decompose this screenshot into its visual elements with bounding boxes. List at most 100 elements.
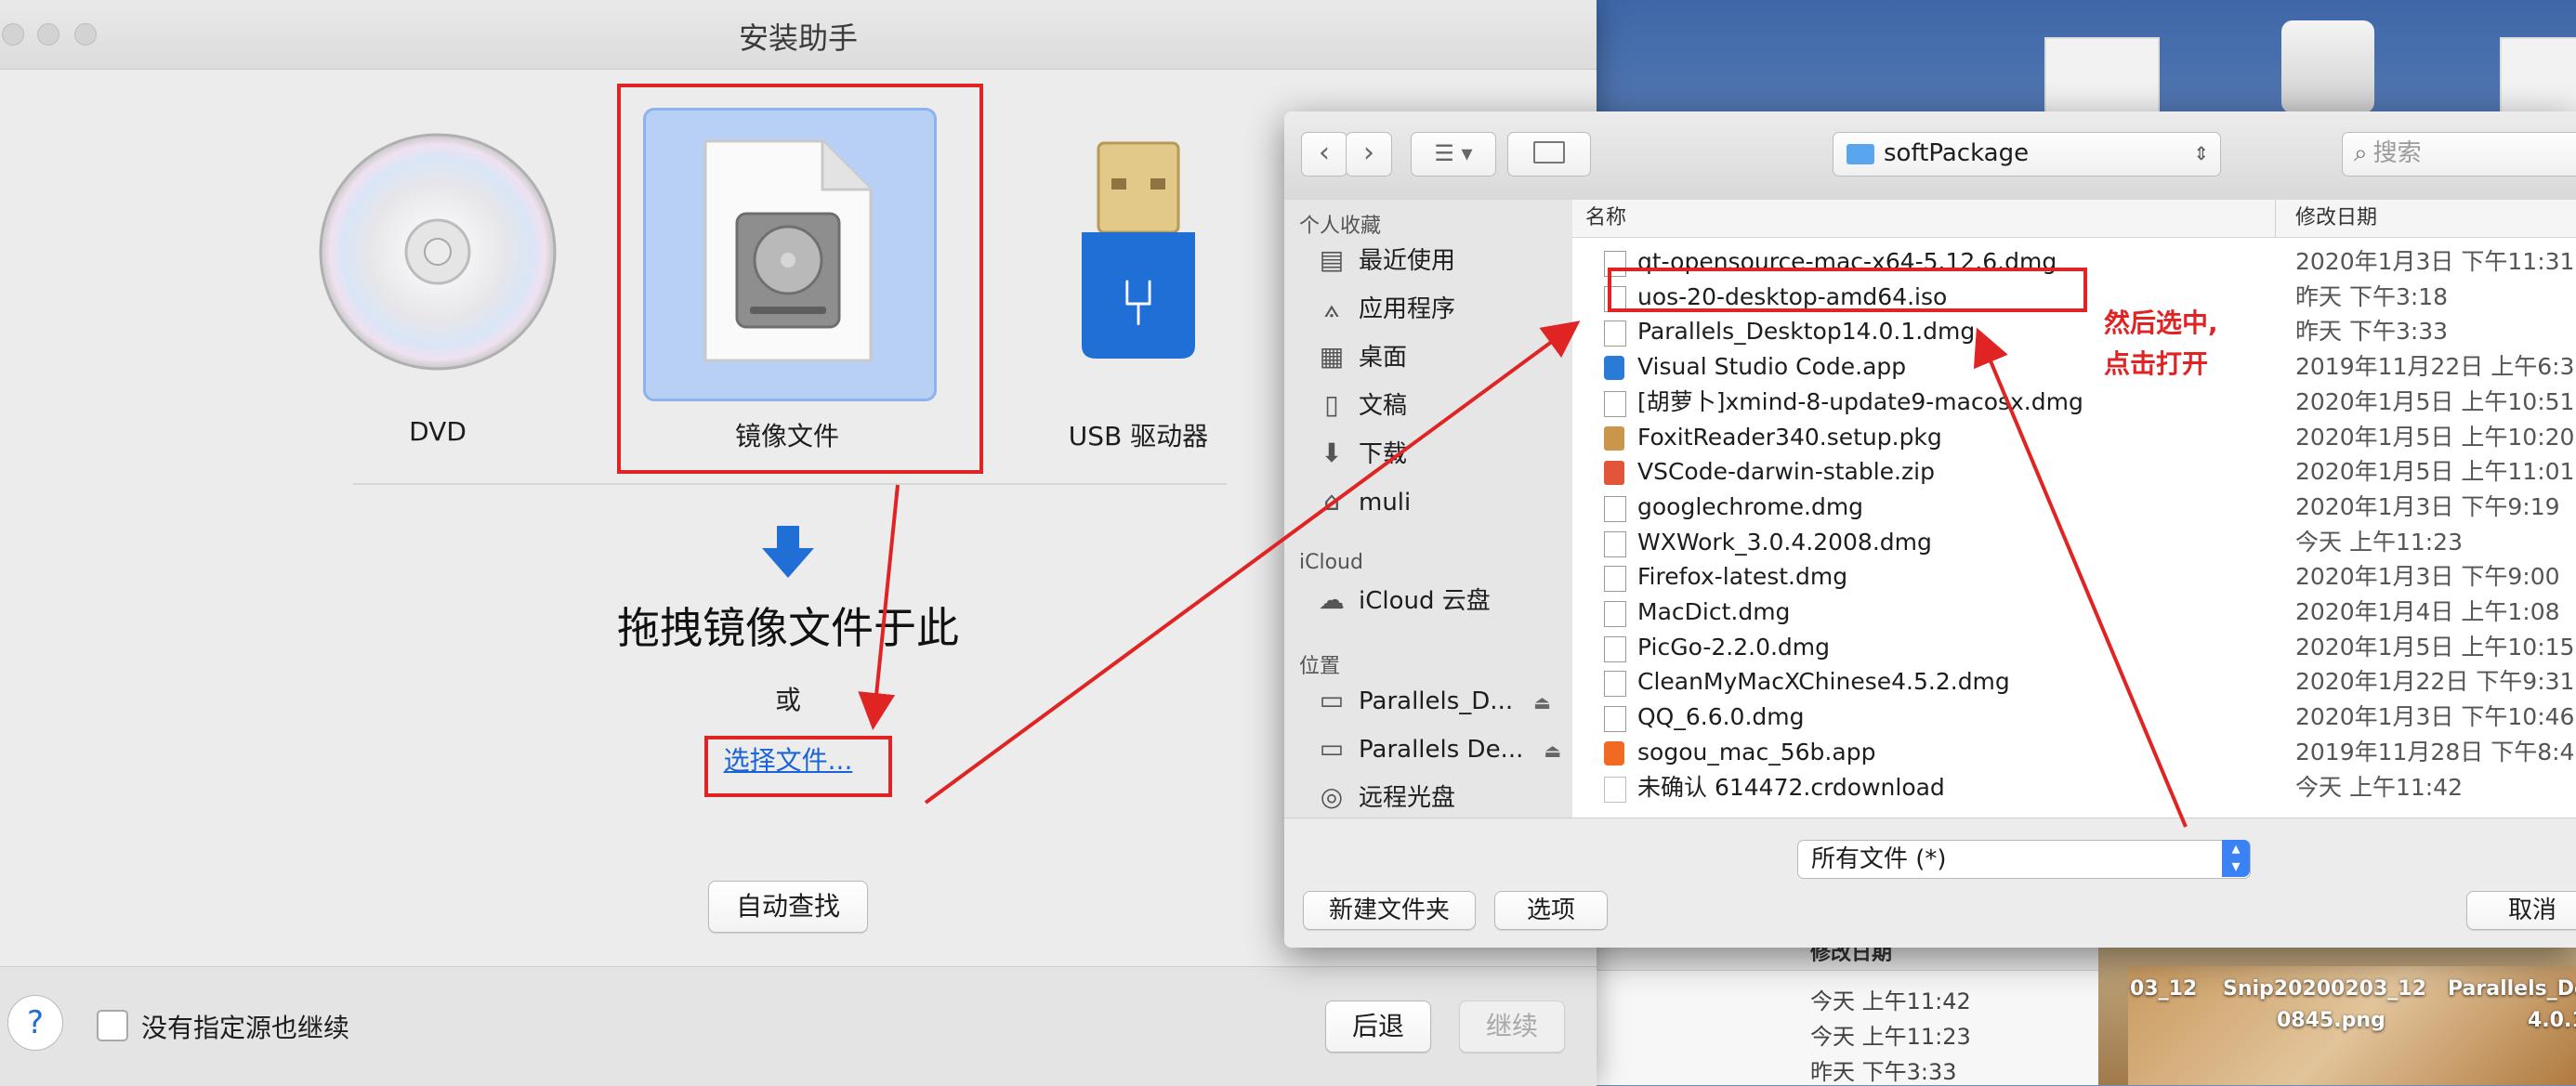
desktop-icon: ▦ (1319, 341, 1345, 372)
file-row[interactable]: 未确认 614472.crdownload 今天 上午11:42 (1572, 770, 2576, 805)
forward-nav-button[interactable]: › (1346, 132, 1392, 177)
file-modified-date: 今天 上午11:23 (2295, 528, 2463, 556)
divider (353, 483, 1227, 485)
annotation-text: 点击打开 (2104, 348, 2209, 379)
file-row[interactable]: VSCode-darwin-stable.zip 2020年1月5日 上午11:0… (1572, 454, 2576, 490)
sidebar-item-desktop[interactable]: ▦ 桌面 (1316, 334, 1407, 380)
sidebar-item-remote-disc[interactable]: ◎ 远程光盘 (1316, 774, 1455, 820)
file-modified-date: 2020年1月4日 上午1:08 (2295, 598, 2560, 625)
dialog-footer: 所有文件 (*) ▴ ▾ 新建文件夹 选项 取消 (1284, 818, 2576, 948)
file-row[interactable]: CleanMyMacXChinese4.5.2.dmg 2020年1月22日 下午… (1572, 664, 2576, 700)
new-folder-toolbar-button[interactable] (1507, 132, 1591, 177)
file-modified-date: 2019年11月28日 下午8:45 (2295, 738, 2576, 765)
background-finder-window: 修改日期 今天 上午11:42 今天 上午11:23 昨天 下午3:33 (1597, 938, 2098, 1085)
continue-without-source-checkbox[interactable] (97, 1010, 128, 1041)
favorites-header: 个人收藏 (1299, 215, 1382, 238)
desktop-file-label[interactable]: 03_12 (2130, 977, 2197, 1001)
annotation-highlight-box (1608, 268, 2087, 312)
desktop-file-sublabel: 0845.png (2277, 1009, 2385, 1032)
icloud-header: iCloud (1299, 551, 1363, 574)
auto-find-button[interactable]: 自动查找 (708, 881, 868, 933)
file-row[interactable]: Parallels_Desktop14.0.1.dmg 昨天 下午3:33 (1572, 314, 2576, 349)
desktop-file-label[interactable]: Parallels_De (2448, 977, 2576, 1001)
dvd-label: DVD (409, 416, 467, 447)
dvd-icon (319, 133, 557, 371)
sidebar-item-icloud-drive[interactable]: ☁ iCloud 云盘 (1316, 577, 1491, 623)
view-mode-button[interactable]: ☰ ▾ (1411, 132, 1496, 177)
dmg-file-icon (1604, 635, 1626, 662)
file-name: CleanMyMacXChinese4.5.2.dmg (1637, 668, 2010, 696)
file-modified-date: 2020年1月5日 上午10:20 (2295, 423, 2575, 451)
desktop-drive-icon[interactable] (2281, 20, 2374, 113)
usb-source-option[interactable]: ⑂ (1078, 139, 1199, 362)
sidebar-item-label: Parallels_D... (1359, 687, 1514, 715)
column-divider[interactable] (2275, 200, 2276, 237)
continue-button[interactable]: 继续 (1459, 1001, 1565, 1053)
location-popup[interactable]: softPackage ⇕ (1833, 132, 2221, 177)
dmg-file-icon (1604, 706, 1626, 733)
file-row[interactable]: FoxitReader340.setup.pkg 2020年1月5日 上午10:2… (1572, 420, 2576, 455)
file-name: PicGo-2.2.0.dmg (1637, 633, 1831, 661)
new-folder-button[interactable]: 新建文件夹 (1303, 891, 1476, 930)
search-icon: ⌕ (2354, 139, 2368, 167)
sidebar-item-label: 文稿 (1359, 392, 1408, 420)
sidebar-item-documents[interactable]: ▯ 文稿 (1316, 382, 1407, 428)
sidebar-item-recents[interactable]: ▤ 最近使用 (1316, 237, 1455, 283)
back-nav-button[interactable]: ‹ (1301, 132, 1347, 177)
desktop-thumbnail[interactable] (2500, 37, 2576, 113)
sidebar-item-label: Parallels De... (1359, 736, 1524, 764)
file-row[interactable]: WXWork_3.0.4.2008.dmg 今天 上午11:23 (1572, 525, 2576, 560)
background-row-date: 今天 上午11:23 (1810, 1024, 1971, 1050)
folder-icon (1847, 143, 1874, 164)
file-row[interactable]: Visual Studio Code.app 2019年11月22日 上午6:38 (1572, 349, 2576, 385)
file-name: googlechrome.dmg (1637, 492, 1864, 520)
file-modified-date: 2020年1月3日 下午11:31 (2295, 248, 2575, 275)
search-field[interactable]: ⌕ 搜索 (2342, 132, 2576, 177)
file-name: VSCode-darwin-stable.zip (1637, 458, 1935, 486)
name-column-header[interactable]: 名称 (1585, 200, 1626, 237)
search-placeholder: 搜索 (2372, 139, 2422, 167)
file-row[interactable]: MacDict.dmg 2020年1月4日 上午1:08 (1572, 595, 2576, 630)
sidebar-item-parallels-drive-1[interactable]: ▭ Parallels_D... ⏏ (1316, 677, 1551, 724)
cancel-button[interactable]: 取消 (2466, 891, 2576, 930)
date-column-header[interactable]: 修改日期 (2295, 200, 2377, 237)
desktop-thumbnail[interactable] (2044, 37, 2160, 113)
down-arrow-icon (760, 526, 816, 578)
file-row[interactable]: Firefox-latest.dmg 2020年1月3日 下午9:00 (1572, 559, 2576, 595)
file-row[interactable]: googlechrome.dmg 2020年1月3日 下午9:19 (1572, 490, 2576, 525)
desktop-file-label[interactable]: Snip20200203_12 (2223, 977, 2426, 1001)
file-row[interactable]: QQ_6.6.0.dmg 2020年1月3日 下午10:46 (1572, 700, 2576, 735)
options-button[interactable]: 选项 (1494, 891, 1608, 930)
file-modified-date: 2020年1月5日 上午10:51 (2295, 387, 2575, 415)
window-title: 安装助手 (738, 20, 858, 56)
eject-icon[interactable]: ⏏ (1533, 691, 1551, 713)
file-list-header: 名称 修改日期 (1572, 200, 2576, 238)
help-button[interactable]: ? (7, 995, 63, 1051)
sidebar-item-parallels-drive-2[interactable]: ▭ Parallels De... ⏏ (1316, 726, 1562, 772)
back-button[interactable]: 后退 (1325, 1001, 1431, 1053)
drive-icon: ▭ (1319, 685, 1345, 715)
file-row[interactable]: PicGo-2.2.0.dmg 2020年1月5日 上午10:15 (1572, 630, 2576, 665)
file-modified-date: 今天 上午11:42 (2295, 773, 2463, 801)
pkg-file-icon (1604, 425, 1624, 451)
home-icon: ⌂ (1323, 486, 1340, 517)
dmg-file-icon (1604, 671, 1626, 698)
location-label: softPackage (1884, 139, 2030, 167)
file-modified-date: 2020年1月5日 上午10:15 (2295, 633, 2575, 661)
drive-icon: ▭ (1319, 733, 1345, 764)
file-row[interactable]: sogou_mac_56b.app 2019年11月28日 下午8:45 (1572, 735, 2576, 770)
file-type-filter-select[interactable]: 所有文件 (*) ▴ ▾ (1797, 840, 2251, 879)
vscode-app-icon (1604, 356, 1624, 381)
sidebar-item-applications[interactable]: ⟑ 应用程序 (1316, 285, 1455, 332)
eject-icon[interactable]: ⏏ (1544, 739, 1561, 762)
sidebar-item-home[interactable]: ⌂ muli (1316, 478, 1411, 525)
sidebar-item-downloads[interactable]: ⬇ 下载 (1316, 430, 1407, 477)
dmg-file-icon (1604, 566, 1626, 593)
dvd-source-option[interactable] (316, 130, 559, 373)
folder-icon (1533, 140, 1565, 164)
dialog-sidebar: 个人收藏 ▤ 最近使用 ⟑ 应用程序 ▦ 桌面 ▯ 文稿 ⬇ 下载 ⌂ muli iClou… (1284, 200, 1573, 915)
file-row[interactable]: [胡萝卜]xmind-8-update9-macosx.dmg 2020年1月5日… (1572, 385, 2576, 420)
annotation-highlight-box (617, 84, 983, 474)
clock-icon: ▤ (1319, 244, 1345, 275)
cloud-icon: ☁ (1319, 584, 1345, 615)
